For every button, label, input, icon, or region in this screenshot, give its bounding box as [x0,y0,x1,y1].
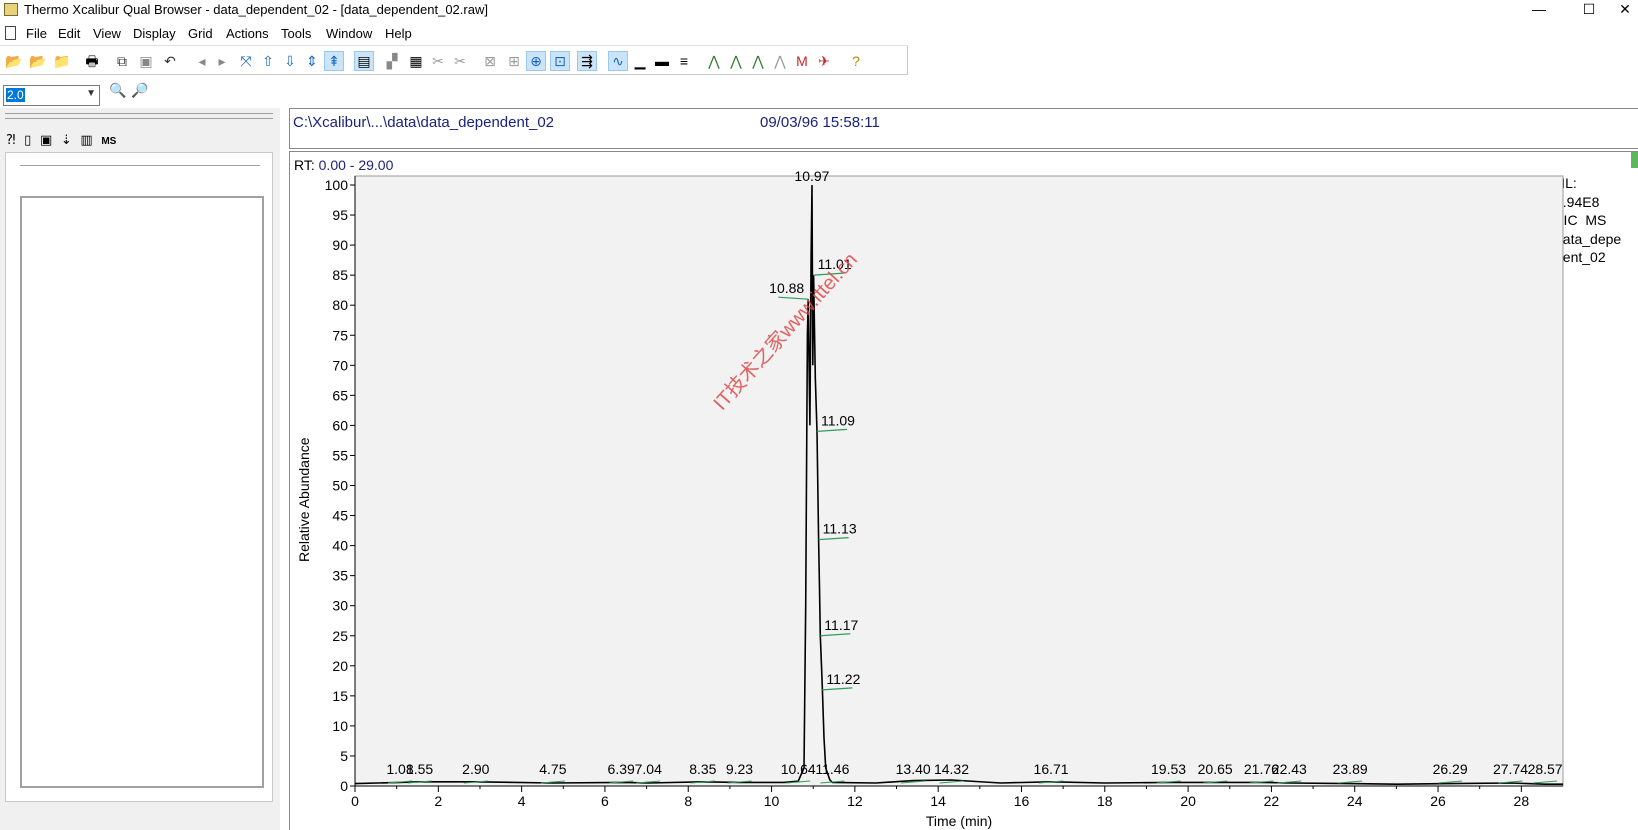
peak-label: 4.75 [539,761,566,777]
peak-label: 13.40 [896,761,931,777]
peak-label: 6.39 [608,761,635,777]
y-tick-label: 5 [340,748,348,764]
y-tick-label: 70 [332,357,348,373]
y-tick-label: 100 [325,177,349,193]
x-tick-label: 10 [764,793,780,809]
y-tick-label: 45 [332,508,348,524]
x-tick-label: 2 [434,793,442,809]
peak-label: 27.74 [1493,761,1528,777]
peak-label: 23.89 [1333,761,1368,777]
x-tick-label: 20 [1180,793,1196,809]
y-tick-label: 20 [332,658,348,674]
peak-label: 1.55 [406,761,433,777]
y-tick-label: 75 [332,327,348,343]
peak-label: 2.90 [462,761,489,777]
x-tick-label: 6 [601,793,609,809]
y-tick-label: 80 [332,297,348,313]
peak-label: 26.29 [1433,761,1468,777]
y-tick-label: 50 [332,478,348,494]
peak-label: 11.46 [815,761,849,777]
peak-label: 10.97 [794,168,829,184]
x-tick-label: 22 [1264,793,1280,809]
peak-label: 11.17 [824,617,858,633]
y-tick-label: 40 [332,538,348,554]
peak-label: 9.23 [726,761,753,777]
x-tick-label: 28 [1514,793,1530,809]
peak-label: 28.57 [1528,761,1563,777]
y-tick-label: 55 [332,447,348,463]
y-tick-label: 65 [332,387,348,403]
x-axis-label: Time (min) [926,813,992,829]
x-tick-label: 18 [1097,793,1113,809]
peak-label: 10.64 [781,761,816,777]
x-tick-label: 0 [351,793,359,809]
peak-label: 11.13 [823,521,857,537]
x-tick-label: 26 [1430,793,1446,809]
y-tick-label: 60 [332,417,348,433]
peak-label: 19.53 [1151,761,1186,777]
y-tick-label: 95 [332,207,348,223]
peak-label: 20.65 [1198,761,1233,777]
x-tick-label: 14 [930,793,946,809]
x-tick-label: 4 [518,793,526,809]
y-tick-label: 10 [332,718,348,734]
peak-label: 16.71 [1034,761,1069,777]
x-tick-label: 24 [1347,793,1363,809]
x-tick-label: 8 [684,793,692,809]
x-tick-label: 12 [847,793,863,809]
y-tick-label: 0 [340,778,348,794]
peak-label: 7.04 [635,761,662,777]
y-tick-label: 25 [332,628,348,644]
y-tick-label: 30 [332,598,348,614]
peak-label: 11.22 [826,671,860,687]
peak-label: 11.09 [821,412,855,428]
chromatogram-chart: 0510152025303540455055606570758085909510… [325,168,1564,829]
y-tick-label: 85 [332,267,348,283]
y-tick-label: 90 [332,237,348,253]
plot-area [354,175,1564,787]
peak-label: 22.43 [1272,761,1307,777]
peak-label: 14.32 [934,761,969,777]
y-tick-label: 15 [332,688,348,704]
x-tick-label: 16 [1014,793,1030,809]
peak-label: 8.35 [689,761,716,777]
y-tick-label: 35 [332,568,348,584]
